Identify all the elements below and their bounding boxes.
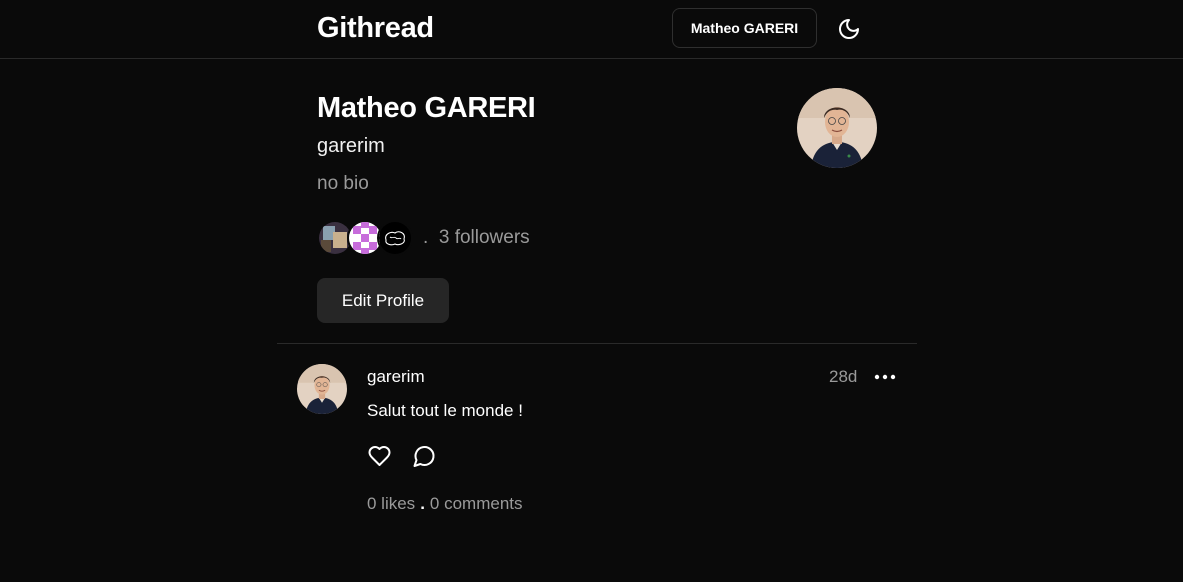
comments-count[interactable]: 0 comments — [430, 494, 523, 513]
post-author-username[interactable]: garerim — [367, 367, 425, 387]
comment-icon[interactable] — [412, 444, 437, 468]
post-author-avatar[interactable] — [297, 364, 347, 414]
moon-icon — [839, 19, 859, 39]
post-timestamp: 28d — [829, 367, 858, 386]
followers-count[interactable]: 3 followers — [439, 227, 530, 248]
divider — [277, 343, 917, 344]
profile-name: Matheo GARERI — [317, 92, 536, 124]
top-navigation-bar: Githread Matheo GARERI — [0, 0, 1183, 59]
profile-username: garerim — [317, 135, 385, 157]
heart-icon[interactable] — [367, 444, 392, 468]
likes-count[interactable]: 0 likes — [367, 494, 415, 513]
followers-separator: . — [423, 227, 429, 248]
site-logo[interactable]: Githread — [317, 12, 434, 45]
followers-row[interactable]: . 3 followers — [317, 219, 530, 257]
profile-avatar — [797, 88, 877, 168]
theme-toggle-button[interactable] — [836, 16, 862, 42]
post-content: Salut tout le monde ! — [367, 401, 523, 420]
more-options-icon[interactable] — [873, 366, 897, 388]
post-stats: 0 likes. 0 comments — [367, 494, 523, 514]
profile-bio: no bio — [317, 173, 369, 194]
user-menu-button[interactable]: Matheo GARERI — [672, 8, 817, 48]
follower-avatar — [377, 220, 413, 256]
edit-profile-button[interactable]: Edit Profile — [317, 278, 449, 323]
stats-separator: . — [420, 494, 425, 513]
